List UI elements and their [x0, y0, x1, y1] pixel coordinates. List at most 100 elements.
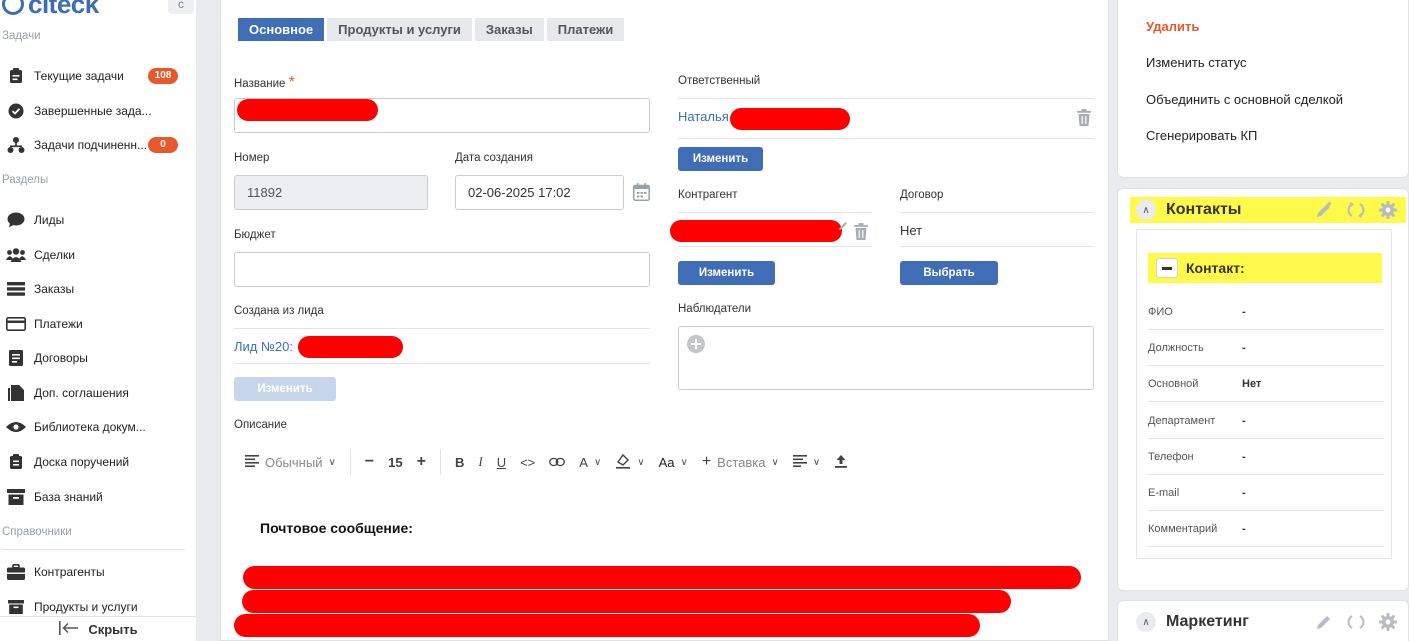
contact-field-key: Комментарий	[1148, 522, 1218, 535]
sidebar-item-library[interactable]: Библиотека докум...	[0, 415, 192, 439]
sidebar-item-leads[interactable]: Лиды	[0, 208, 192, 232]
sidebar-item-contracts[interactable]: Договоры	[0, 346, 192, 370]
sidebar-item-label: Сделки	[34, 248, 75, 262]
stack-icon	[6, 279, 26, 299]
sidebar-item-board[interactable]: Доска поручений	[0, 450, 192, 474]
contact-row: ФИО -	[1148, 294, 1384, 330]
minus-icon: −	[364, 453, 375, 470]
contact-field-value: -	[1242, 486, 1246, 499]
collapse-widget-button[interactable]: ∧	[1136, 612, 1156, 632]
case-dropdown[interactable]: Aa ∨	[659, 455, 688, 470]
from-lead-link[interactable]: Лид №20:	[234, 339, 293, 354]
font-size-value[interactable]: 15	[388, 455, 402, 470]
sidebar-item-label: Доп. соглашения	[34, 386, 129, 400]
gear-icon[interactable]	[1378, 612, 1398, 632]
calendar-icon[interactable]	[633, 183, 650, 204]
chevron-down-icon: ∨	[637, 456, 645, 468]
decrease-font-button[interactable]: −	[365, 453, 374, 471]
edit-icon[interactable]	[1314, 612, 1334, 632]
chevron-down-icon: ∨	[593, 456, 602, 468]
collapse-widget-button[interactable]: ∧	[1136, 200, 1156, 220]
sidebar-item-label: Доска поручений	[34, 455, 130, 469]
merge-deal-action[interactable]: Объединить с основной сделкой	[1146, 92, 1343, 107]
link-button[interactable]	[549, 455, 566, 470]
counterparty-label: Контрагент	[678, 189, 738, 201]
collapse-left-icon	[58, 620, 80, 638]
refresh-icon[interactable]	[1346, 612, 1366, 632]
text-style-dropdown[interactable]: Обычный ∨	[245, 454, 336, 470]
highlight-dropdown[interactable]: ∨	[615, 453, 645, 472]
collapse-sidebar-button[interactable]: c	[168, 0, 194, 14]
tab-orders[interactable]: Заказы	[474, 18, 544, 41]
description-label: Описание	[234, 419, 287, 431]
budget-input[interactable]	[234, 252, 650, 287]
plus-icon: +	[416, 453, 426, 470]
underline-button[interactable]: U	[497, 455, 506, 470]
code-icon: <>	[520, 454, 536, 470]
sidebar-item-counterparties[interactable]: Контрагенты	[0, 560, 192, 584]
refresh-icon[interactable]	[1346, 200, 1366, 220]
change-responsible-button[interactable]: Изменить	[678, 147, 763, 171]
upload-button[interactable]	[834, 454, 848, 471]
code-button[interactable]: <>	[520, 455, 535, 470]
sidebar-item-deals[interactable]: Сделки	[0, 243, 192, 267]
sidebar-item-orders[interactable]: Заказы	[0, 277, 192, 301]
delete-action[interactable]: Удалить	[1146, 19, 1199, 34]
plus-icon: +	[701, 453, 712, 470]
change-status-action[interactable]: Изменить статус	[1146, 55, 1246, 70]
pencil-icon[interactable]	[838, 220, 848, 234]
chevron-up-icon: ∧	[1142, 204, 1150, 216]
sidebar-item-label: Заказы	[34, 282, 75, 296]
gear-icon[interactable]	[1378, 200, 1398, 220]
responsible-link[interactable]: Наталья	[678, 109, 729, 124]
contact-field-value: -	[1242, 450, 1246, 463]
change-lead-button[interactable]: Изменить	[234, 377, 336, 401]
tab-main[interactable]: Основное	[238, 18, 325, 41]
created-date-input[interactable]: 02-06-2025 17:02	[455, 175, 624, 210]
sidebar-item-subordinate-tasks[interactable]: Задачи подчиненн... 0	[0, 133, 192, 157]
trash-icon[interactable]	[1077, 109, 1091, 129]
sidebar-item-current-tasks[interactable]: Текущие задачи 108	[0, 64, 192, 88]
increase-font-button[interactable]: +	[417, 453, 426, 471]
contact-field-value: -	[1242, 522, 1246, 535]
tab-products[interactable]: Продукты и услуги	[327, 18, 472, 41]
marketing-widget: ∧ Маркетинг	[1117, 600, 1409, 641]
contact-row: Основной Нет	[1148, 366, 1384, 402]
logo[interactable]: citeck	[0, 0, 99, 19]
contact-row: Комментарий -	[1148, 511, 1384, 547]
contacts-widget: ∧ Контакты Контакт: ФИО - Должность - Осно…	[1117, 188, 1409, 591]
change-counterparty-button[interactable]: Изменить	[678, 261, 775, 285]
insert-dropdown[interactable]: + Вставка ∨	[702, 453, 779, 471]
collapse-contact-button[interactable]	[1156, 258, 1178, 278]
org-chart-icon	[6, 135, 26, 155]
add-observer-icon[interactable]	[687, 335, 705, 356]
align-dropdown[interactable]: ∨	[792, 454, 820, 470]
font-color-dropdown[interactable]: A ∨	[579, 455, 601, 470]
sidebar-item-supplements[interactable]: Доп. соглашения	[0, 381, 192, 405]
contact-header: Контакт:	[1148, 253, 1382, 283]
select-contract-button[interactable]: Выбрать	[900, 261, 998, 285]
contacts-title: Контакты	[1166, 201, 1242, 218]
sidebar-item-label: Контрагенты	[34, 565, 105, 579]
bold-button[interactable]: B	[455, 455, 464, 470]
sidebar-item-knowledge-base[interactable]: База знаний	[0, 485, 192, 509]
section-title-sections: Разделы	[2, 174, 49, 186]
marketing-title: Маркетинг	[1166, 613, 1249, 630]
divider	[234, 363, 650, 364]
generate-offer-action[interactable]: Сгенерировать КП	[1146, 128, 1257, 143]
briefcase-icon	[6, 562, 26, 582]
italic-button[interactable]: I	[478, 454, 482, 470]
observers-field[interactable]	[678, 326, 1094, 390]
tab-payments[interactable]: Платежи	[546, 18, 625, 41]
sidebar-item-label: База знаний	[34, 490, 103, 504]
italic-icon: I	[478, 454, 483, 469]
trash-icon[interactable]	[854, 223, 868, 243]
sidebar-item-completed-tasks[interactable]: Завершенные зада...	[0, 99, 192, 123]
hide-sidebar-button[interactable]: Скрыть	[0, 616, 196, 641]
count-badge: 108	[148, 68, 178, 84]
divider	[900, 246, 1094, 247]
contact-title: Контакт:	[1186, 260, 1245, 276]
sidebar: citeck c Задачи Текущие задачи 108 Завер…	[0, 0, 196, 641]
sidebar-item-payments[interactable]: Платежи	[0, 312, 192, 336]
edit-icon[interactable]	[1314, 200, 1334, 220]
